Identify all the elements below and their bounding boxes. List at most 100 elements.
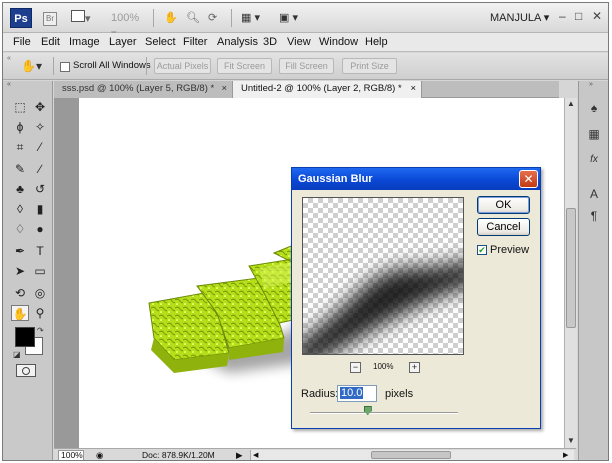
brush-tool-icon[interactable]: ∕: [31, 161, 49, 177]
zoom-tool-icon[interactable]: ⚲: [31, 305, 49, 321]
menu-window[interactable]: Window: [319, 36, 358, 48]
tools-panel: « ⬚ ✥ ϕ ✧ ⌗ ⁄ ✎ ∕ ♣ ↺ ◊ ▮ ♢ ● ✒ T ➤ ▭ ⟲ …: [3, 81, 53, 460]
magic-wand-icon[interactable]: ✧: [31, 119, 49, 135]
menu-bar: File Edit Image Layer Select Filter Anal…: [3, 33, 608, 52]
3d-orbit-icon[interactable]: ◎: [31, 285, 49, 301]
menu-layer[interactable]: Layer: [109, 36, 137, 48]
radius-unit-label: pixels: [385, 388, 414, 400]
bridge-icon[interactable]: Br: [43, 10, 57, 26]
swatches-panel-icon[interactable]: ▦: [585, 125, 603, 143]
rectangle-tool-icon[interactable]: ▭: [31, 263, 49, 279]
status-menu-icon[interactable]: ▶: [236, 449, 243, 460]
hand-tool-preset-icon[interactable]: ✋▾: [21, 58, 47, 74]
zoom-level-menu[interactable]: 100% ▾: [111, 10, 143, 40]
collapse-arrows-icon[interactable]: «: [7, 81, 11, 88]
menu-edit[interactable]: Edit: [41, 36, 60, 48]
tab-sss-psd[interactable]: sss.psd @ 100% (Layer 5, RGB/8) * ×: [54, 81, 232, 98]
menu-view[interactable]: View: [287, 36, 311, 48]
scroll-thumb[interactable]: [566, 208, 576, 328]
3d-panel-icon[interactable]: ♠: [585, 99, 603, 117]
scroll-all-windows-checkbox[interactable]: [60, 62, 70, 72]
gradient-tool-icon[interactable]: ▮: [31, 201, 49, 217]
move-tool-icon[interactable]: ✥: [31, 99, 49, 115]
dodge-tool-icon[interactable]: ●: [31, 221, 49, 237]
3d-rotate-icon[interactable]: ⟲: [11, 285, 29, 301]
status-bar: 100% ◉ Doc: 878.9K/1.20M ▶ ◀ ▶: [54, 448, 576, 460]
preview-checkbox[interactable]: ✔: [477, 245, 487, 255]
close-window-button[interactable]: ✕: [592, 9, 602, 23]
print-size-button[interactable]: Print Size: [342, 58, 397, 74]
menu-image[interactable]: Image: [69, 36, 100, 48]
crop-tool-icon[interactable]: ⌗: [11, 139, 29, 155]
path-selection-icon[interactable]: ➤: [11, 263, 29, 279]
type-tool-icon[interactable]: T: [31, 243, 49, 259]
blur-preview-art: [303, 261, 463, 354]
close-tab-icon[interactable]: ×: [221, 81, 227, 97]
zoom-in-button[interactable]: +: [409, 362, 420, 373]
screen-mode-button[interactable]: ▣ ▾: [279, 10, 307, 26]
separator: [146, 57, 147, 75]
vertical-scrollbar[interactable]: ▲ ▼: [564, 98, 577, 448]
paragraph-panel-icon[interactable]: ¶: [585, 207, 603, 225]
collapse-arrows-icon[interactable]: «: [7, 55, 11, 62]
radius-slider-track[interactable]: [310, 412, 458, 414]
pen-tool-icon[interactable]: ✒: [11, 243, 29, 259]
history-brush-icon[interactable]: ↺: [31, 181, 49, 197]
styles-panel-icon[interactable]: fx: [585, 151, 603, 169]
radius-label: Radius:: [301, 388, 339, 400]
healing-brush-icon[interactable]: ✎: [11, 161, 29, 177]
scroll-up-icon[interactable]: ▲: [566, 99, 576, 109]
workspace-user-menu[interactable]: MANJULA ▾: [490, 11, 549, 24]
character-panel-icon[interactable]: A: [585, 185, 603, 203]
arrange-documents-button[interactable]: ▦ ▾: [241, 10, 269, 26]
horizontal-scroll-thumb[interactable]: [371, 451, 451, 459]
separator: [53, 57, 54, 75]
zoom-field[interactable]: 100%: [58, 450, 84, 460]
blur-preview[interactable]: [302, 197, 464, 355]
rotate-view-icon[interactable]: ⟳: [208, 10, 217, 26]
options-bar: « ✋▾ Scroll All Windows Actual Pixels Fi…: [3, 53, 608, 80]
quick-mask-icon[interactable]: [16, 364, 36, 377]
separator: [231, 9, 232, 27]
ok-button[interactable]: OK: [477, 196, 530, 214]
default-colors-icon[interactable]: ◪: [13, 350, 21, 359]
dialog-title[interactable]: Gaussian Blur: [292, 168, 540, 190]
fit-screen-button[interactable]: Fit Screen: [217, 58, 272, 74]
close-tab-icon[interactable]: ×: [410, 81, 416, 97]
actual-pixels-button[interactable]: Actual Pixels: [154, 58, 211, 74]
menu-file[interactable]: File: [13, 36, 31, 48]
zoom-tool-icon[interactable]: 🔍︎: [186, 10, 200, 26]
fill-screen-button[interactable]: Fill Screen: [279, 58, 334, 74]
swap-colors-icon[interactable]: ↷: [37, 326, 44, 335]
cancel-button[interactable]: Cancel: [477, 218, 530, 236]
gaussian-blur-dialog: Gaussian Blur ✕ OK Cancel ✔ Preview − 10…: [291, 167, 541, 429]
scroll-left-icon[interactable]: ◀: [253, 450, 258, 460]
tab-untitled-2[interactable]: Untitled-2 @ 100% (Layer 2, RGB/8) * ×: [232, 81, 422, 98]
status-options-icon[interactable]: ◉: [96, 449, 103, 460]
dialog-close-button[interactable]: ✕: [519, 170, 538, 188]
clone-stamp-icon[interactable]: ♣: [11, 181, 29, 197]
eyedropper-icon[interactable]: ⁄: [31, 139, 49, 155]
scroll-down-icon[interactable]: ▼: [566, 436, 576, 446]
minimize-button[interactable]: –: [559, 9, 566, 23]
hand-tool-icon[interactable]: ✋: [11, 305, 29, 321]
radius-input[interactable]: 10.0: [337, 385, 377, 402]
menu-select[interactable]: Select: [145, 36, 176, 48]
lasso-tool-icon[interactable]: ϕ: [11, 119, 29, 135]
menu-3d[interactable]: 3D: [263, 36, 277, 48]
eraser-icon[interactable]: ◊: [11, 201, 29, 217]
menu-filter[interactable]: Filter: [183, 36, 207, 48]
maximize-button[interactable]: □: [575, 9, 582, 23]
blur-tool-icon[interactable]: ♢: [11, 221, 29, 237]
zoom-out-button[interactable]: −: [350, 362, 361, 373]
collapse-arrows-icon[interactable]: »: [589, 81, 593, 88]
view-extras-button[interactable]: ▾: [71, 10, 97, 26]
marquee-tool-icon[interactable]: ⬚: [11, 99, 29, 115]
hand-tool-icon[interactable]: ✋: [164, 10, 178, 26]
menu-help[interactable]: Help: [365, 36, 388, 48]
horizontal-scrollbar[interactable]: ◀ ▶: [250, 450, 574, 460]
scroll-right-icon[interactable]: ▶: [563, 450, 568, 460]
menu-analysis[interactable]: Analysis: [217, 36, 258, 48]
foreground-color-front: [15, 327, 35, 347]
document-tabs: sss.psd @ 100% (Layer 5, RGB/8) * × Unti…: [54, 81, 559, 98]
